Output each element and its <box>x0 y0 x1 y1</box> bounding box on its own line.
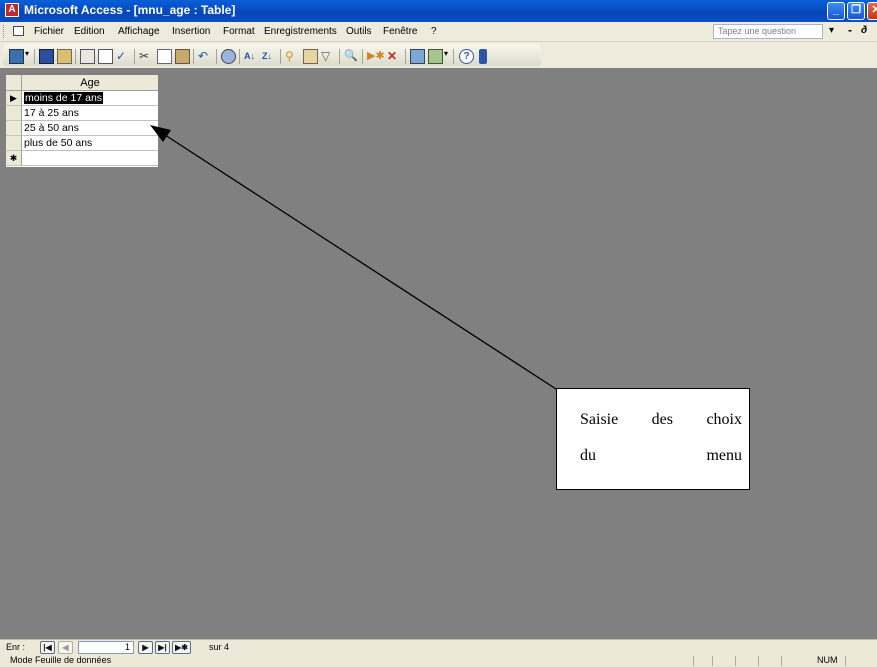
annotation-arrow <box>150 125 557 390</box>
callout-line-2: du menu <box>580 447 742 464</box>
callout-box: Saisie des choix du menu <box>556 388 750 490</box>
arrow-line <box>161 132 557 390</box>
arrow-head-icon <box>150 125 171 142</box>
access-window: A Microsoft Access - [mnu_age : Table] _… <box>0 0 877 667</box>
callout-line-1: Saisie des choix <box>580 411 742 428</box>
